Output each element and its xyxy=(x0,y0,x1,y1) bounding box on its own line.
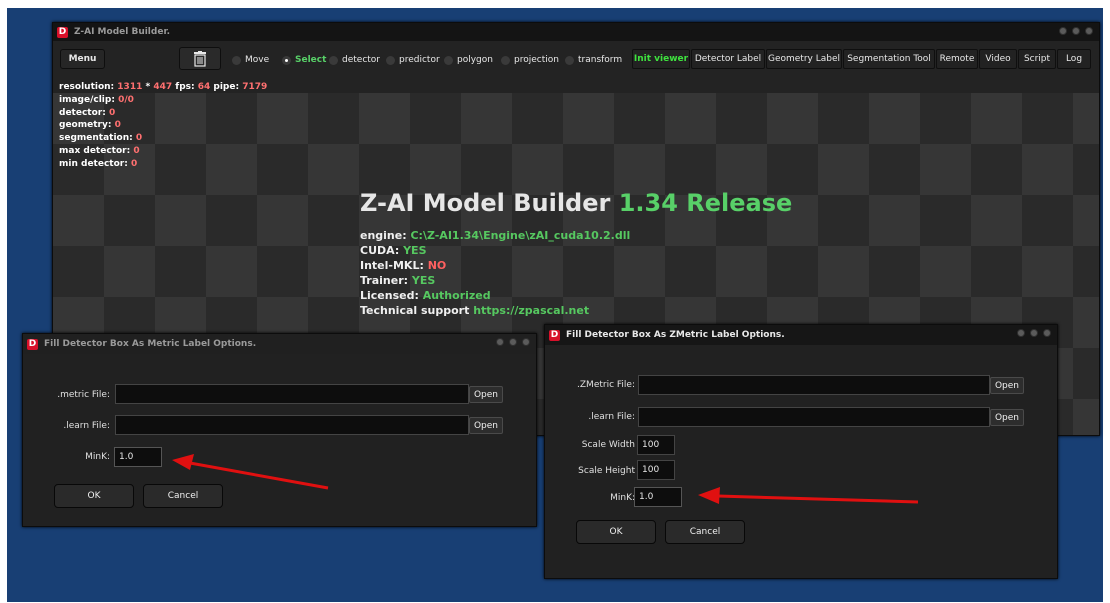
arrow-to-mink xyxy=(172,454,329,490)
arrow-to-zmetric-mink xyxy=(698,487,919,504)
annotation-arrows xyxy=(172,454,919,504)
